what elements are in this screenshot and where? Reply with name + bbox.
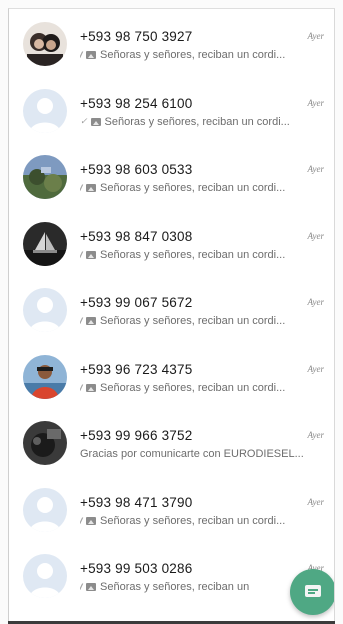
chat-contact-name: +593 98 603 0533 — [80, 162, 193, 177]
chat-preview-text: Señoras y señores, reciban un cordi... — [100, 315, 286, 327]
chat-timestamp: Ayer — [307, 230, 325, 241]
image-attachment-icon — [86, 184, 96, 192]
contact-avatar[interactable] — [23, 155, 67, 199]
image-attachment-icon — [86, 383, 96, 392]
chat-last-message: //Señoras y señores, reciban un cordi... — [80, 182, 328, 194]
chat-row[interactable]: +593 98 603 0533 Ayer //Señoras y señores,… — [9, 142, 334, 209]
chat-last-message: Gracias por comunicarte con EURODIESEL..… — [80, 448, 328, 460]
message-status-ticks-icon: ✓ — [80, 116, 87, 126]
image-attachment-icon — [90, 117, 101, 126]
chat-last-message: //Señoras y señores, reciban un cordi... — [80, 515, 328, 527]
chat-contact-name: +593 99 966 3752 — [80, 428, 193, 443]
image-attachment-icon — [86, 583, 96, 591]
chat-timestamp: Ayer — [307, 496, 325, 507]
chat-preview-text: Señoras y señores, reciban un cordi... — [100, 381, 286, 394]
contact-avatar[interactable] — [23, 421, 67, 465]
chat-last-message: //Señoras y señores, reciban un cordi... — [80, 49, 328, 61]
chat-last-message: //Señoras y señores, reciban un cordi... — [80, 249, 328, 261]
chat-contact-name: +593 99 067 5672 — [80, 295, 193, 310]
chat-preview-text: Señoras y señores, reciban un cordi... — [100, 49, 286, 61]
chat-message-icon — [305, 585, 321, 597]
screen: +593 98 750 3927 Ayer //Señoras y señores,… — [0, 0, 343, 624]
chat-last-message: //Señoras y señores, reciban un cordi... — [80, 382, 328, 394]
chat-timestamp: Ayer — [307, 363, 325, 374]
chat-timestamp: Ayer — [307, 297, 325, 307]
chat-row[interactable]: +593 98 847 0308 Ayer //Señoras y señores,… — [9, 209, 334, 276]
chat-row[interactable]: +593 98 254 6100 Ayer ✓ Señoras y señores, … — [9, 76, 334, 143]
chat-preview-text: Señoras y señores, reciban un cordi... — [100, 248, 286, 261]
chat-contact-name: +593 98 847 0308 — [80, 228, 193, 244]
chat-row[interactable]: +593 99 503 0286Ayer//Señoras y señores,… — [9, 541, 334, 608]
chat-preview-text: Señoras y señores, reciban un cordi... — [100, 182, 286, 194]
chat-timestamp: Ayer — [307, 430, 325, 440]
chat-preview-text: Señoras y señores, reciban un cordi... — [104, 115, 290, 128]
chat-row[interactable]: +593 98 471 3790 Ayer //Señoras y señores,… — [9, 475, 334, 542]
image-attachment-icon — [86, 516, 96, 525]
chat-contact-name: +593 99 503 0286 — [80, 561, 193, 576]
contact-avatar[interactable] — [23, 221, 67, 266]
default-avatar-icon[interactable] — [23, 88, 67, 133]
chat-last-message: ✓ Señoras y señores, reciban un cordi... — [80, 116, 328, 128]
chat-timestamp: Ayer — [307, 31, 325, 41]
image-attachment-icon — [86, 250, 96, 259]
contact-avatar[interactable] — [23, 354, 67, 399]
chat-list-screen: +593 98 750 3927 Ayer //Señoras y señores,… — [8, 8, 335, 624]
chat-timestamp: Ayer — [307, 97, 325, 108]
chat-contact-name: +593 96 723 4375 — [80, 361, 193, 377]
chat-preview-text: Gracias por comunicarte con EURODIESEL..… — [80, 448, 304, 460]
chat-contact-name: +593 98 750 3927 — [80, 29, 193, 44]
default-avatar-icon[interactable] — [23, 554, 67, 598]
default-avatar-icon[interactable] — [23, 288, 67, 332]
chat-row[interactable]: +593 96 723 4375 Ayer //Señoras y señores,… — [9, 342, 334, 409]
contact-avatar[interactable] — [23, 22, 67, 66]
chat-preview-text: Señoras y señores, reciban un cordi... — [100, 514, 286, 527]
chat-timestamp: Ayer — [307, 164, 325, 174]
chat-contact-name: +593 98 471 3790 — [80, 494, 193, 510]
chat-last-message: //Señoras y señores, reciban un cordi... — [80, 315, 328, 327]
chat-row[interactable]: +593 99 966 3752 Ayer Gracias por comunica… — [9, 408, 334, 475]
chat-list: +593 98 750 3927 Ayer //Señoras y señores,… — [9, 9, 334, 608]
chat-row[interactable]: +593 98 750 3927 Ayer //Señoras y señores,… — [9, 9, 334, 76]
image-attachment-icon — [86, 317, 96, 325]
chat-row[interactable]: +593 99 067 5672 Ayer //Señoras y señores,… — [9, 275, 334, 342]
default-avatar-icon[interactable] — [23, 487, 67, 532]
chat-preview-text: Señoras y señores, reciban un — [100, 581, 250, 593]
image-attachment-icon — [86, 51, 96, 59]
new-chat-button[interactable] — [290, 569, 334, 615]
chat-contact-name: +593 98 254 6100 — [80, 95, 193, 111]
